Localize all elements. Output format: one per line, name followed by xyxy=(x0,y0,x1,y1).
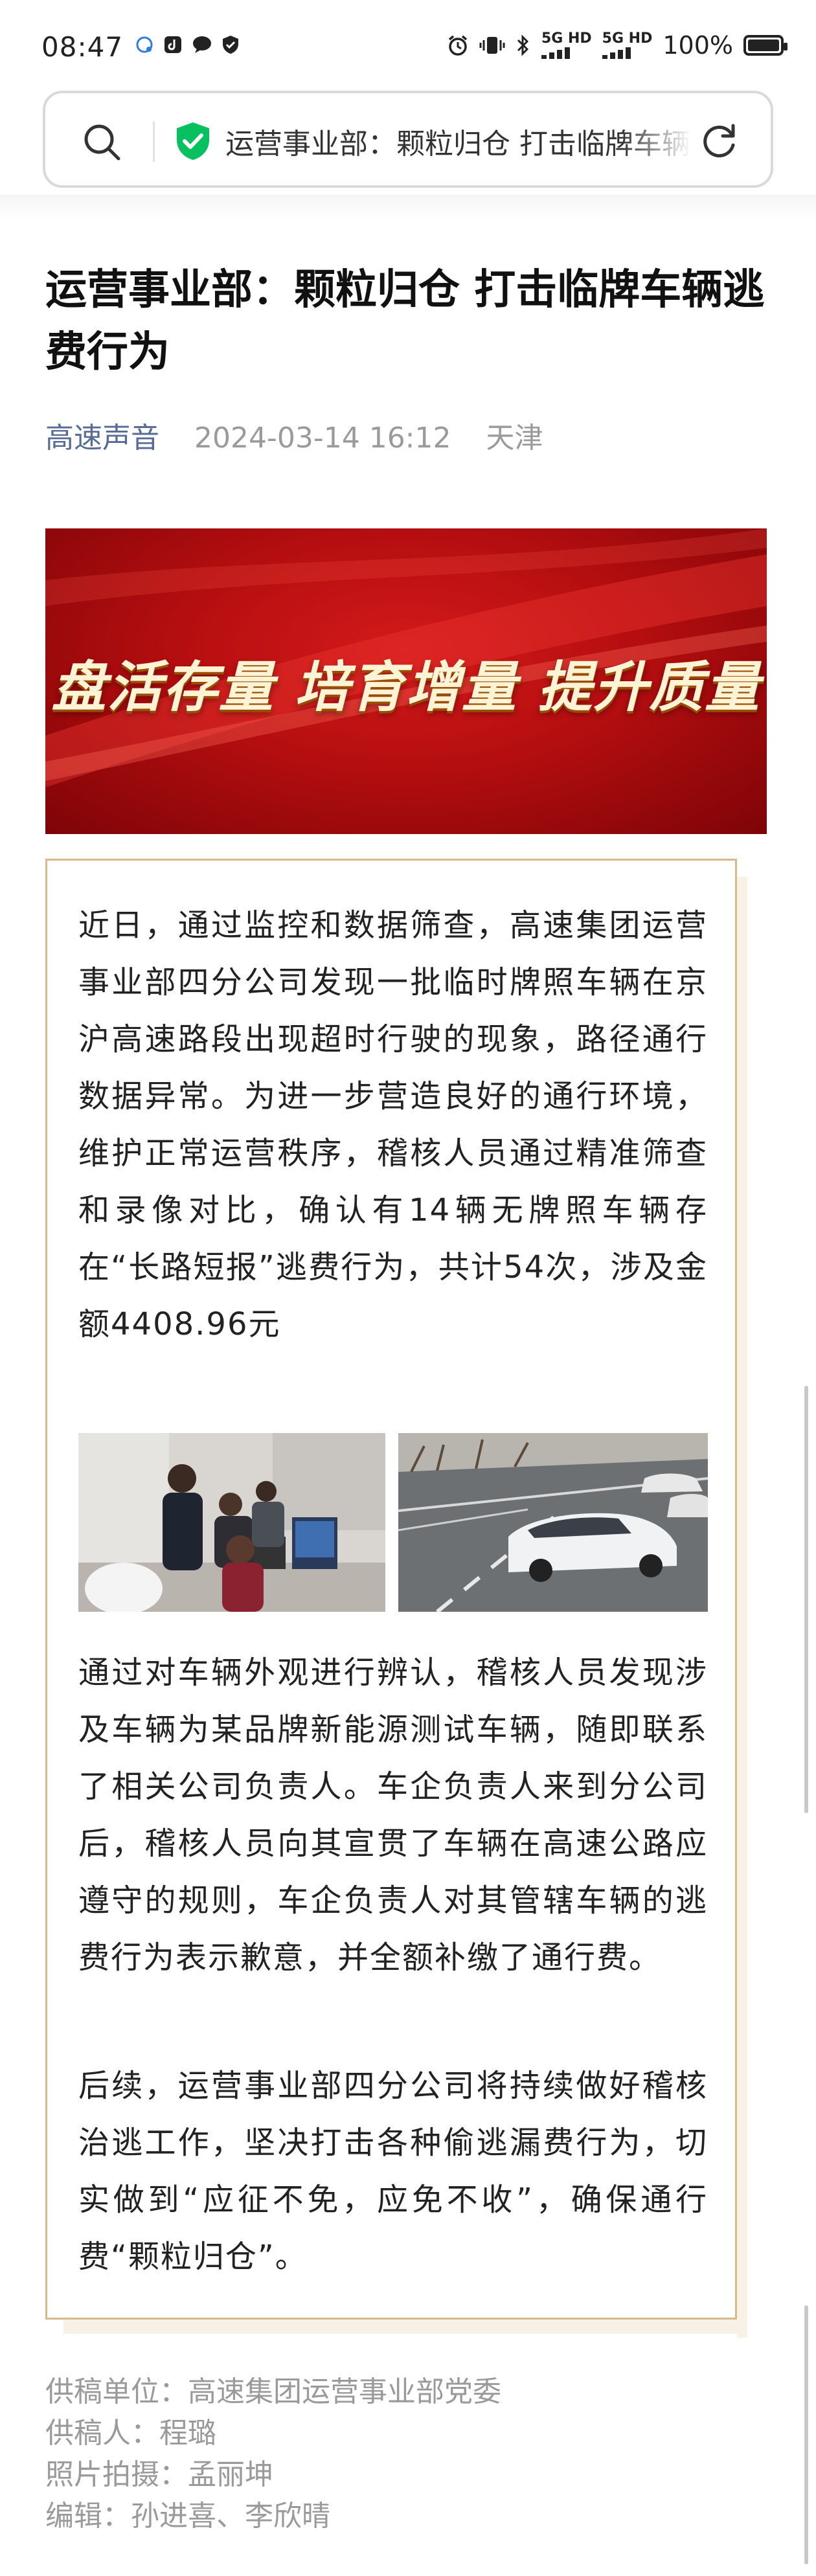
frame-shadow xyxy=(737,877,747,2338)
battery-icon xyxy=(743,35,788,56)
article-meta: 高速声音 2024-03-14 16:12 天津 xyxy=(45,414,543,456)
shield-check-icon xyxy=(177,122,209,160)
header-divider xyxy=(0,194,816,220)
search-icon[interactable] xyxy=(82,122,122,162)
address-divider xyxy=(153,122,155,162)
article-content-frame: 近日，通过监控和数据筛查，高速集团运营事业部四分公司发现一批临时牌照车辆在京沪高… xyxy=(45,859,737,2320)
chat-bubble-icon xyxy=(136,36,153,53)
credit-supplier: 供稿单位：高速集团运营事业部党委 xyxy=(45,2375,501,2408)
notification-icons xyxy=(135,35,240,54)
photo-office-inspection[interactable] xyxy=(78,1433,385,1612)
battery-fill xyxy=(748,40,779,51)
article-title: 运营事业部：颗粒归仓 打击临牌车辆逃费行为 xyxy=(45,266,765,376)
reload-icon[interactable] xyxy=(699,120,740,161)
cellular-signal-1: 5G HD xyxy=(541,32,592,59)
vibrate-icon xyxy=(479,37,505,54)
banner-image: 盘活存量 培育增量 提升质量 xyxy=(45,528,767,834)
credit-photographer: 照片拍摄：孟丽坤 xyxy=(45,2458,273,2491)
status-right: 5G HD 5G HD 100% xyxy=(447,31,788,60)
article-credits: 供稿单位：高速集团运营事业部党委 供稿人：程璐 照片拍摄：孟丽坤 编辑：孙进喜、… xyxy=(45,2371,758,2537)
status-time: 08:47 xyxy=(41,31,124,63)
article-source-link[interactable]: 高速声音 xyxy=(45,422,159,455)
credit-author: 供稿人：程璐 xyxy=(45,2417,216,2450)
credit-editor: 编辑：孙进喜、李欣晴 xyxy=(45,2500,330,2533)
page-scrollbar-2[interactable] xyxy=(804,2305,808,2564)
address-text[interactable]: 运营事业部：颗粒归仓 打击临牌车辆逃费行为 xyxy=(225,120,692,162)
bluetooth-icon xyxy=(517,34,529,56)
office-photo-illustration xyxy=(78,1433,385,1612)
battery-percent: 100% xyxy=(663,31,733,60)
shield-status-icon xyxy=(223,36,238,54)
highway-photo-illustration xyxy=(398,1433,708,1612)
banner-slogan: 盘活存量 培育增量 提升质量 xyxy=(51,655,761,719)
article-paragraph-1: 近日，通过监控和数据筛查，高速集团运营事业部四分公司发现一批临时牌照车辆在京沪高… xyxy=(78,907,708,1342)
article-date: 2024-03-14 16:12 xyxy=(194,422,451,455)
page-scrollbar-1[interactable] xyxy=(804,1386,808,1813)
status-bar: 08:47 5G HD 5G HD 100% xyxy=(0,0,816,91)
cellular-signal-2: 5G HD xyxy=(602,32,652,59)
article-location: 天津 xyxy=(486,422,543,455)
address-bar[interactable]: 运营事业部：颗粒归仓 打击临牌车辆逃费行为 xyxy=(43,91,773,188)
alarm-icon xyxy=(448,35,468,56)
message-icon xyxy=(193,36,211,53)
photo-highway-car[interactable] xyxy=(398,1433,708,1612)
article-paragraph-3: 后续，运营事业部四分公司将持续做好稽核治逃工作，坚决打击各种偷逃漏费行为，切实做… xyxy=(78,2068,708,2275)
article-paragraph-2: 通过对车辆外观进行辨认，稽核人员发现涉及车辆为某品牌新能源测试车辆，随即联系了相… xyxy=(78,1655,708,1976)
tiktok-icon xyxy=(164,36,181,53)
frame-shadow-bottom xyxy=(63,2320,747,2334)
